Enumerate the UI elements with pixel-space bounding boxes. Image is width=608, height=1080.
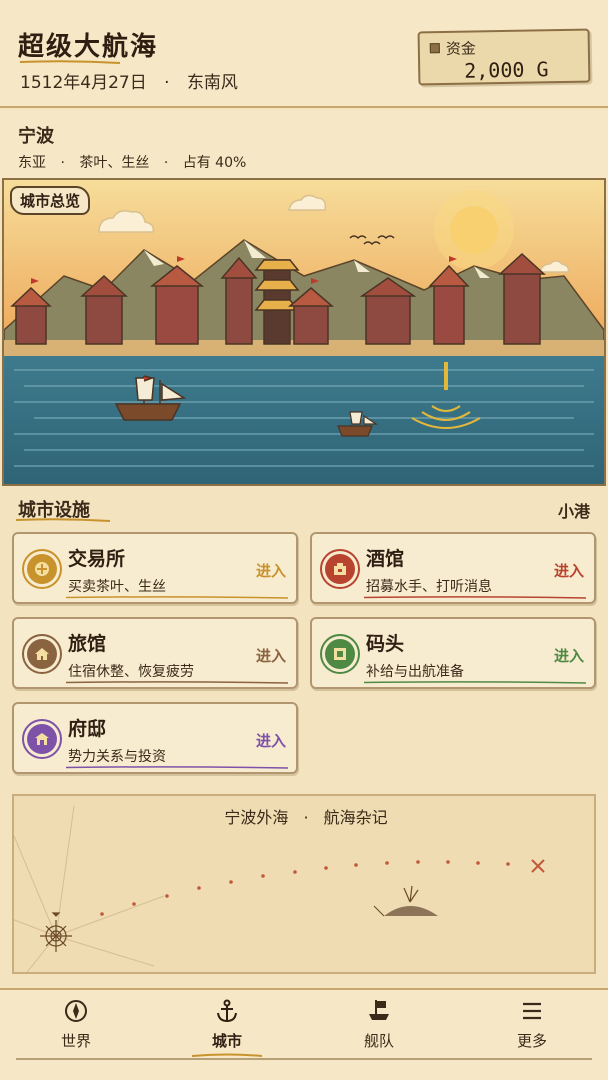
port-size-label: 小港 xyxy=(557,502,590,521)
facility-card-exchange[interactable]: 交易所 买卖茶叶、生丝 进入 xyxy=(12,532,298,604)
city-goods: 茶叶、生丝 xyxy=(79,155,150,171)
facility-name: 交易所 xyxy=(68,548,126,570)
nav-item-fleet[interactable]: 舰队 xyxy=(329,998,429,1058)
compass-icon xyxy=(65,1000,87,1022)
facility-card-inn[interactable]: 旅馆 住宿休整、恢复疲劳 进入 xyxy=(12,617,298,689)
card-underline xyxy=(66,681,288,684)
card-underline xyxy=(364,681,586,684)
game-title: 超级大航海 xyxy=(18,32,159,62)
facility-card-dock[interactable]: 码头 补给与出航准备 进入 xyxy=(310,617,596,689)
enter-button[interactable]: 进入 xyxy=(256,645,286,666)
city-name: 宁波 xyxy=(18,126,54,147)
funds-panel[interactable]: 资金 2,000 G xyxy=(417,28,591,86)
city-info-bar: 宁波 东亚 · 茶叶、生丝 · 占有 40% xyxy=(0,110,608,180)
destination-x-icon xyxy=(531,859,545,873)
menu-icon xyxy=(523,1002,541,1020)
facility-desc: 补给与出航准备 xyxy=(366,664,464,680)
facility-card-mansion[interactable]: 府邸 势力关系与投资 进入 xyxy=(12,702,298,774)
tavern-icon xyxy=(320,549,360,589)
city-details: 东亚 · 茶叶、生丝 · 占有 40% xyxy=(18,155,247,171)
dock-icon xyxy=(320,634,360,674)
enter-button[interactable]: 进入 xyxy=(256,560,286,581)
facility-name: 府邸 xyxy=(68,718,107,740)
facility-name: 码头 xyxy=(366,633,405,655)
city-region: 东亚 xyxy=(18,155,46,171)
facility-desc: 买卖茶叶、生丝 xyxy=(68,579,166,595)
nav-label: 更多 xyxy=(516,1032,547,1050)
facility-desc: 住宿休整、恢复疲劳 xyxy=(68,664,194,680)
voyage-log-panel[interactable]: 宁波外海 · 航海杂记 xyxy=(12,794,596,974)
top-header: 超级大航海 1512年4月27日 · 东南风 资金 2,000 G xyxy=(0,0,608,108)
enter-button[interactable]: 进入 xyxy=(554,560,584,581)
title-underline xyxy=(20,60,120,64)
city-overview-scene[interactable] xyxy=(2,178,606,486)
island-icon xyxy=(373,885,438,917)
enter-button[interactable]: 进入 xyxy=(554,645,584,666)
nav-bottom-line xyxy=(16,1058,592,1060)
nav-label: 世界 xyxy=(60,1032,91,1050)
facility-desc: 势力关系与投资 xyxy=(68,749,166,765)
separator: · xyxy=(164,73,170,93)
gold-icon xyxy=(429,43,440,54)
city-share: 占有 40% xyxy=(182,155,247,171)
facility-desc: 招募水手、打听消息 xyxy=(366,579,492,595)
game-date: 1512年4月27日 xyxy=(20,73,147,93)
bottom-navigation: 世界 城市 舰队 更多 xyxy=(0,988,608,1080)
anchor-icon xyxy=(217,999,237,1023)
funds-label: 资金 xyxy=(445,39,477,59)
overview-tag: 城市总览 xyxy=(10,186,91,215)
facility-name: 酒馆 xyxy=(366,548,405,570)
nav-item-city[interactable]: 城市 xyxy=(177,998,277,1058)
facility-name: 旅馆 xyxy=(68,633,107,655)
card-underline xyxy=(364,596,586,599)
card-underline xyxy=(66,766,288,769)
ship-flag-icon xyxy=(369,1000,389,1020)
nav-label: 舰队 xyxy=(363,1032,394,1050)
route-dots xyxy=(100,860,510,916)
voyage-map xyxy=(14,805,545,972)
coin-icon xyxy=(22,549,62,589)
card-underline xyxy=(66,596,288,599)
facilities-underline xyxy=(16,518,110,522)
enter-button[interactable]: 进入 xyxy=(256,730,286,751)
nav-item-world[interactable]: 世界 xyxy=(26,998,126,1058)
sea xyxy=(4,356,604,484)
mansion-icon xyxy=(22,719,62,759)
facility-card-tavern[interactable]: 酒馆 招募水手、打听消息 进入 xyxy=(310,532,596,604)
compass-rose-icon xyxy=(40,912,72,952)
nav-label: 城市 xyxy=(211,1032,242,1050)
harbor-illustration xyxy=(4,180,604,484)
wind-direction: 东南风 xyxy=(186,73,238,93)
nav-item-more[interactable]: 更多 xyxy=(482,998,582,1058)
inn-house-icon xyxy=(22,634,62,674)
date-wind-line: 1512年4月27日 · 东南风 xyxy=(20,68,238,93)
funds-value: 2,000 G xyxy=(464,57,549,83)
